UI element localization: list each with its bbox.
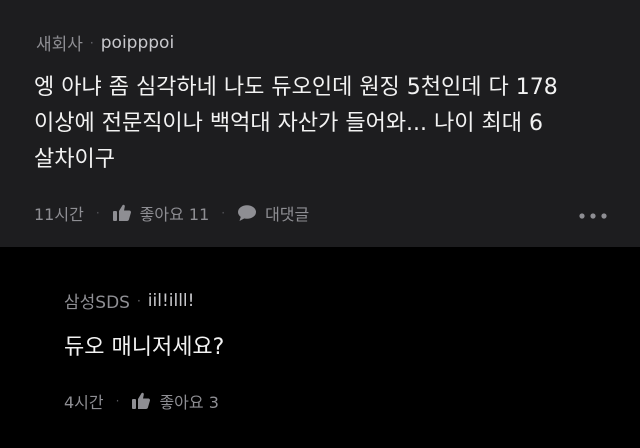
reply-action-bar: 4시간 · 좋아요 3 (64, 389, 219, 413)
reply-button[interactable]: 대댓글 (237, 201, 309, 225)
author-nickname[interactable]: iil!illl! (148, 291, 195, 311)
reply-card: 삼성SDS · iil!illl! 듀오 매니저세요? 4시간 · 좋아요 3 (0, 247, 640, 448)
action-separator: · (115, 394, 120, 408)
comment-body: 엥 아냐 좀 심각하네 나도 듀오인데 원징 5천인데 다 178 이상에 전문… (34, 70, 558, 178)
reply-author-meta: 삼성SDS · iil!illl! (64, 288, 195, 314)
meta-separator: · (136, 293, 141, 308)
reply-body: 듀오 매니저세요? (64, 335, 225, 360)
comment-body-line: 엥 아냐 좀 심각하네 나도 듀오인데 원징 5천인데 다 178 (34, 75, 558, 100)
reply-label: 대댓글 (265, 205, 310, 224)
author-nickname[interactable]: poipppoi (101, 33, 174, 53)
action-separator: · (221, 206, 226, 220)
like-button[interactable]: 좋아요 3 (131, 389, 219, 413)
thumbs-up-icon (112, 204, 132, 222)
company-name: 삼성SDS (64, 293, 130, 313)
company-name: 새회사 (36, 35, 83, 55)
meta-separator: · (89, 35, 94, 50)
comment-action-bar: 11시간 · 좋아요 11 · 대댓글 (34, 201, 608, 225)
comment-body-line: 이상에 전문직이나 백억대 자산가 들어와... 나이 최대 6 (34, 111, 543, 136)
comment-timestamp: 11시간 (34, 205, 84, 224)
comment-card: 새회사 · poipppoi 엥 아냐 좀 심각하네 나도 듀오인데 원징 5천… (0, 0, 640, 247)
thumbs-up-icon (131, 392, 151, 410)
reply-timestamp: 4시간 (64, 393, 104, 412)
comment-author-meta: 새회사 · poipppoi (36, 30, 174, 56)
comment-body-line: 살차이구 (34, 147, 115, 172)
like-count-label: 좋아요 11 (139, 205, 210, 224)
like-count-label: 좋아요 3 (159, 393, 219, 412)
action-separator: · (95, 206, 100, 220)
more-dots-icon[interactable] (578, 205, 608, 219)
like-button[interactable]: 좋아요 11 (112, 201, 210, 225)
speech-bubble-icon (237, 204, 257, 222)
